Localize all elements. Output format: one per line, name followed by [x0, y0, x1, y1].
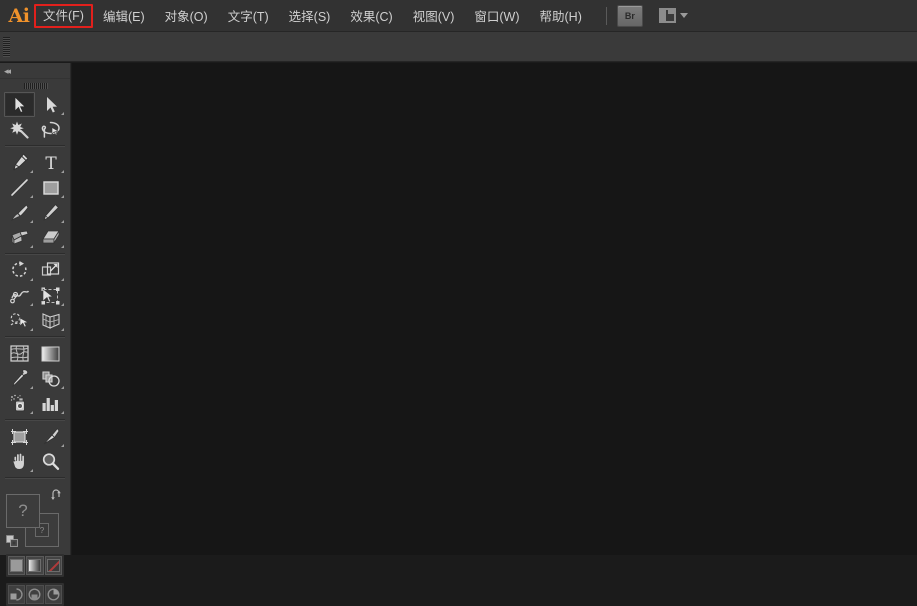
gradient-mode-button[interactable]: 渐变 [26, 556, 44, 575]
tool-group-arrow-icon [61, 245, 64, 248]
tool-rotate[interactable]: 旋转工具 [4, 258, 35, 283]
tool-symbol-sprayer[interactable]: 符号喷枪工具 [4, 391, 35, 416]
menu-item-select[interactable]: 选择(S) [279, 5, 341, 27]
tool-divider [5, 145, 65, 146]
tool-group-arrow-icon [61, 444, 64, 447]
tool-scale[interactable]: 缩放工具 [35, 258, 66, 283]
workspace-layout-icon [658, 8, 676, 23]
menu-item-type[interactable]: 文字(T) [218, 5, 279, 27]
menu-item-view[interactable]: 视图(V) [403, 5, 465, 27]
tool-pen[interactable]: 钢笔工具 [4, 150, 35, 175]
menu-item-edit[interactable]: 编辑(E) [93, 5, 155, 27]
gradient-swatch-icon [28, 559, 42, 572]
tool-group-arrow-icon [61, 411, 64, 414]
bridge-icon[interactable]: Br [616, 4, 643, 27]
none-swatch-icon [46, 559, 60, 572]
tool-rectangle[interactable]: 矩形工具 [35, 175, 66, 200]
tool-hand[interactable]: 抓手工具 [4, 449, 35, 474]
collapse-panel-icon[interactable]: ◂◂ [4, 66, 11, 76]
tool-group-arrow-icon [30, 411, 33, 414]
illustrator-window: Ai 文件(F) 编辑(E) 对象(O) 文字(T) 选择(S) 效果(C) 视… [0, 0, 917, 606]
tool-group-arrow-icon [61, 386, 64, 389]
tool-group-arrow-icon [30, 469, 33, 472]
tool-blob-brush[interactable]: 斑点画笔工具 [4, 225, 35, 250]
tool-group-arrow-icon [61, 328, 64, 331]
menu-item-list: 文件(F) 编辑(E) 对象(O) 文字(T) 选择(S) 效果(C) 视图(V… [34, 0, 592, 32]
tool-group-arrow-icon [61, 303, 64, 306]
tool-magic-wand[interactable]: 魔棒工具 [4, 117, 35, 142]
fill-swatch[interactable]: ? [6, 494, 40, 528]
tool-group-arrow-icon [61, 220, 64, 223]
tool-grid: 选择工具 直接选择工具 魔棒工具 [0, 92, 70, 482]
tool-zoom[interactable]: 缩放显示工具 [35, 449, 66, 474]
tool-gradient[interactable]: 渐变工具 [35, 341, 66, 366]
tool-selection[interactable]: 选择工具 [4, 92, 35, 117]
tool-group-arrow-icon [30, 170, 33, 173]
control-bar-drag-handle[interactable] [2, 34, 11, 60]
tool-line-segment[interactable]: 直线段工具 [4, 175, 35, 200]
tool-pencil[interactable]: 铅笔工具 [35, 200, 66, 225]
tool-group-arrow-icon [30, 303, 33, 306]
tool-free-transform[interactable]: 自由变换工具 [35, 283, 66, 308]
default-fill-stroke-icon[interactable] [6, 535, 19, 548]
color-swatch-icon [10, 559, 24, 572]
tool-mesh[interactable]: 网格工具 [4, 341, 35, 366]
tool-group-arrow-icon [30, 195, 33, 198]
tool-column-graph[interactable]: 柱形图工具 [35, 391, 66, 416]
menu-item-object[interactable]: 对象(O) [155, 5, 218, 27]
tools-panel-header: ◂◂ [0, 63, 70, 79]
workspace-switcher[interactable] [658, 8, 688, 23]
draw-inside-button[interactable]: 内部绘图 [44, 585, 62, 604]
svg-text:T: T [45, 154, 57, 172]
tool-slice[interactable]: 切片工具 [35, 424, 66, 449]
menu-item-window[interactable]: 窗口(W) [464, 5, 529, 27]
menu-bar: Ai 文件(F) 编辑(E) 对象(O) 文字(T) 选择(S) 效果(C) 视… [0, 0, 917, 32]
tool-blend[interactable]: 混合工具 [35, 366, 66, 391]
color-mode-button[interactable]: 颜色 [8, 556, 26, 575]
fill-stroke-control: ? ? [6, 486, 64, 548]
draw-normal-button[interactable]: 正常绘图 [8, 585, 26, 604]
color-mode-row: 颜色 渐变 无 [6, 554, 64, 577]
tool-divider [5, 477, 65, 478]
tool-artboard[interactable]: 画板工具 [4, 424, 35, 449]
tool-group-arrow-icon [30, 278, 33, 281]
tool-type[interactable]: T 文字工具 [35, 150, 66, 175]
tool-group-arrow-icon [61, 278, 64, 281]
tool-group-arrow-icon [61, 170, 64, 173]
tool-divider [5, 253, 65, 254]
draw-behind-button[interactable]: 背面绘图 [26, 585, 44, 604]
draw-mode-row: 正常绘图 背面绘图 内部绘图 [6, 583, 64, 606]
tool-eraser[interactable]: 橡皮擦工具 [35, 225, 66, 250]
tools-panel-drag-handle[interactable] [0, 79, 70, 92]
canvas-area[interactable] [72, 63, 917, 555]
tool-width[interactable]: 宽度工具 [4, 283, 35, 308]
tool-divider [5, 419, 65, 420]
tool-perspective-grid[interactable]: 透视网格工具 [35, 308, 66, 333]
tool-lasso[interactable]: 套索工具 [35, 117, 66, 142]
menu-divider [605, 6, 607, 25]
menu-item-file[interactable]: 文件(F) [34, 3, 93, 28]
chevron-down-icon [679, 13, 688, 18]
swap-fill-stroke-icon[interactable] [50, 488, 64, 500]
tool-divider [5, 336, 65, 337]
tool-group-arrow-icon [30, 328, 33, 331]
tools-panel: ◂◂ 选择工具 直接选择工具 魔棒工具 [0, 63, 71, 606]
tool-group-arrow-icon [30, 386, 33, 389]
tool-direct-selection[interactable]: 直接选择工具 [35, 92, 66, 117]
ai-logo-icon: Ai [8, 4, 30, 27]
tool-group-arrow-icon [61, 195, 64, 198]
menu-item-help[interactable]: 帮助(H) [530, 5, 592, 27]
control-options-bar [0, 32, 917, 62]
tool-paintbrush[interactable]: 画笔工具 [4, 200, 35, 225]
menu-item-effect[interactable]: 效果(C) [340, 5, 402, 27]
tool-group-arrow-icon [61, 112, 64, 115]
none-mode-button[interactable]: 无 [44, 556, 62, 575]
tool-shape-builder[interactable]: 形状生成器工具 [4, 308, 35, 333]
tool-eyedropper[interactable]: 吸管工具 [4, 366, 35, 391]
tool-group-arrow-icon [30, 245, 33, 248]
tool-group-arrow-icon [30, 220, 33, 223]
